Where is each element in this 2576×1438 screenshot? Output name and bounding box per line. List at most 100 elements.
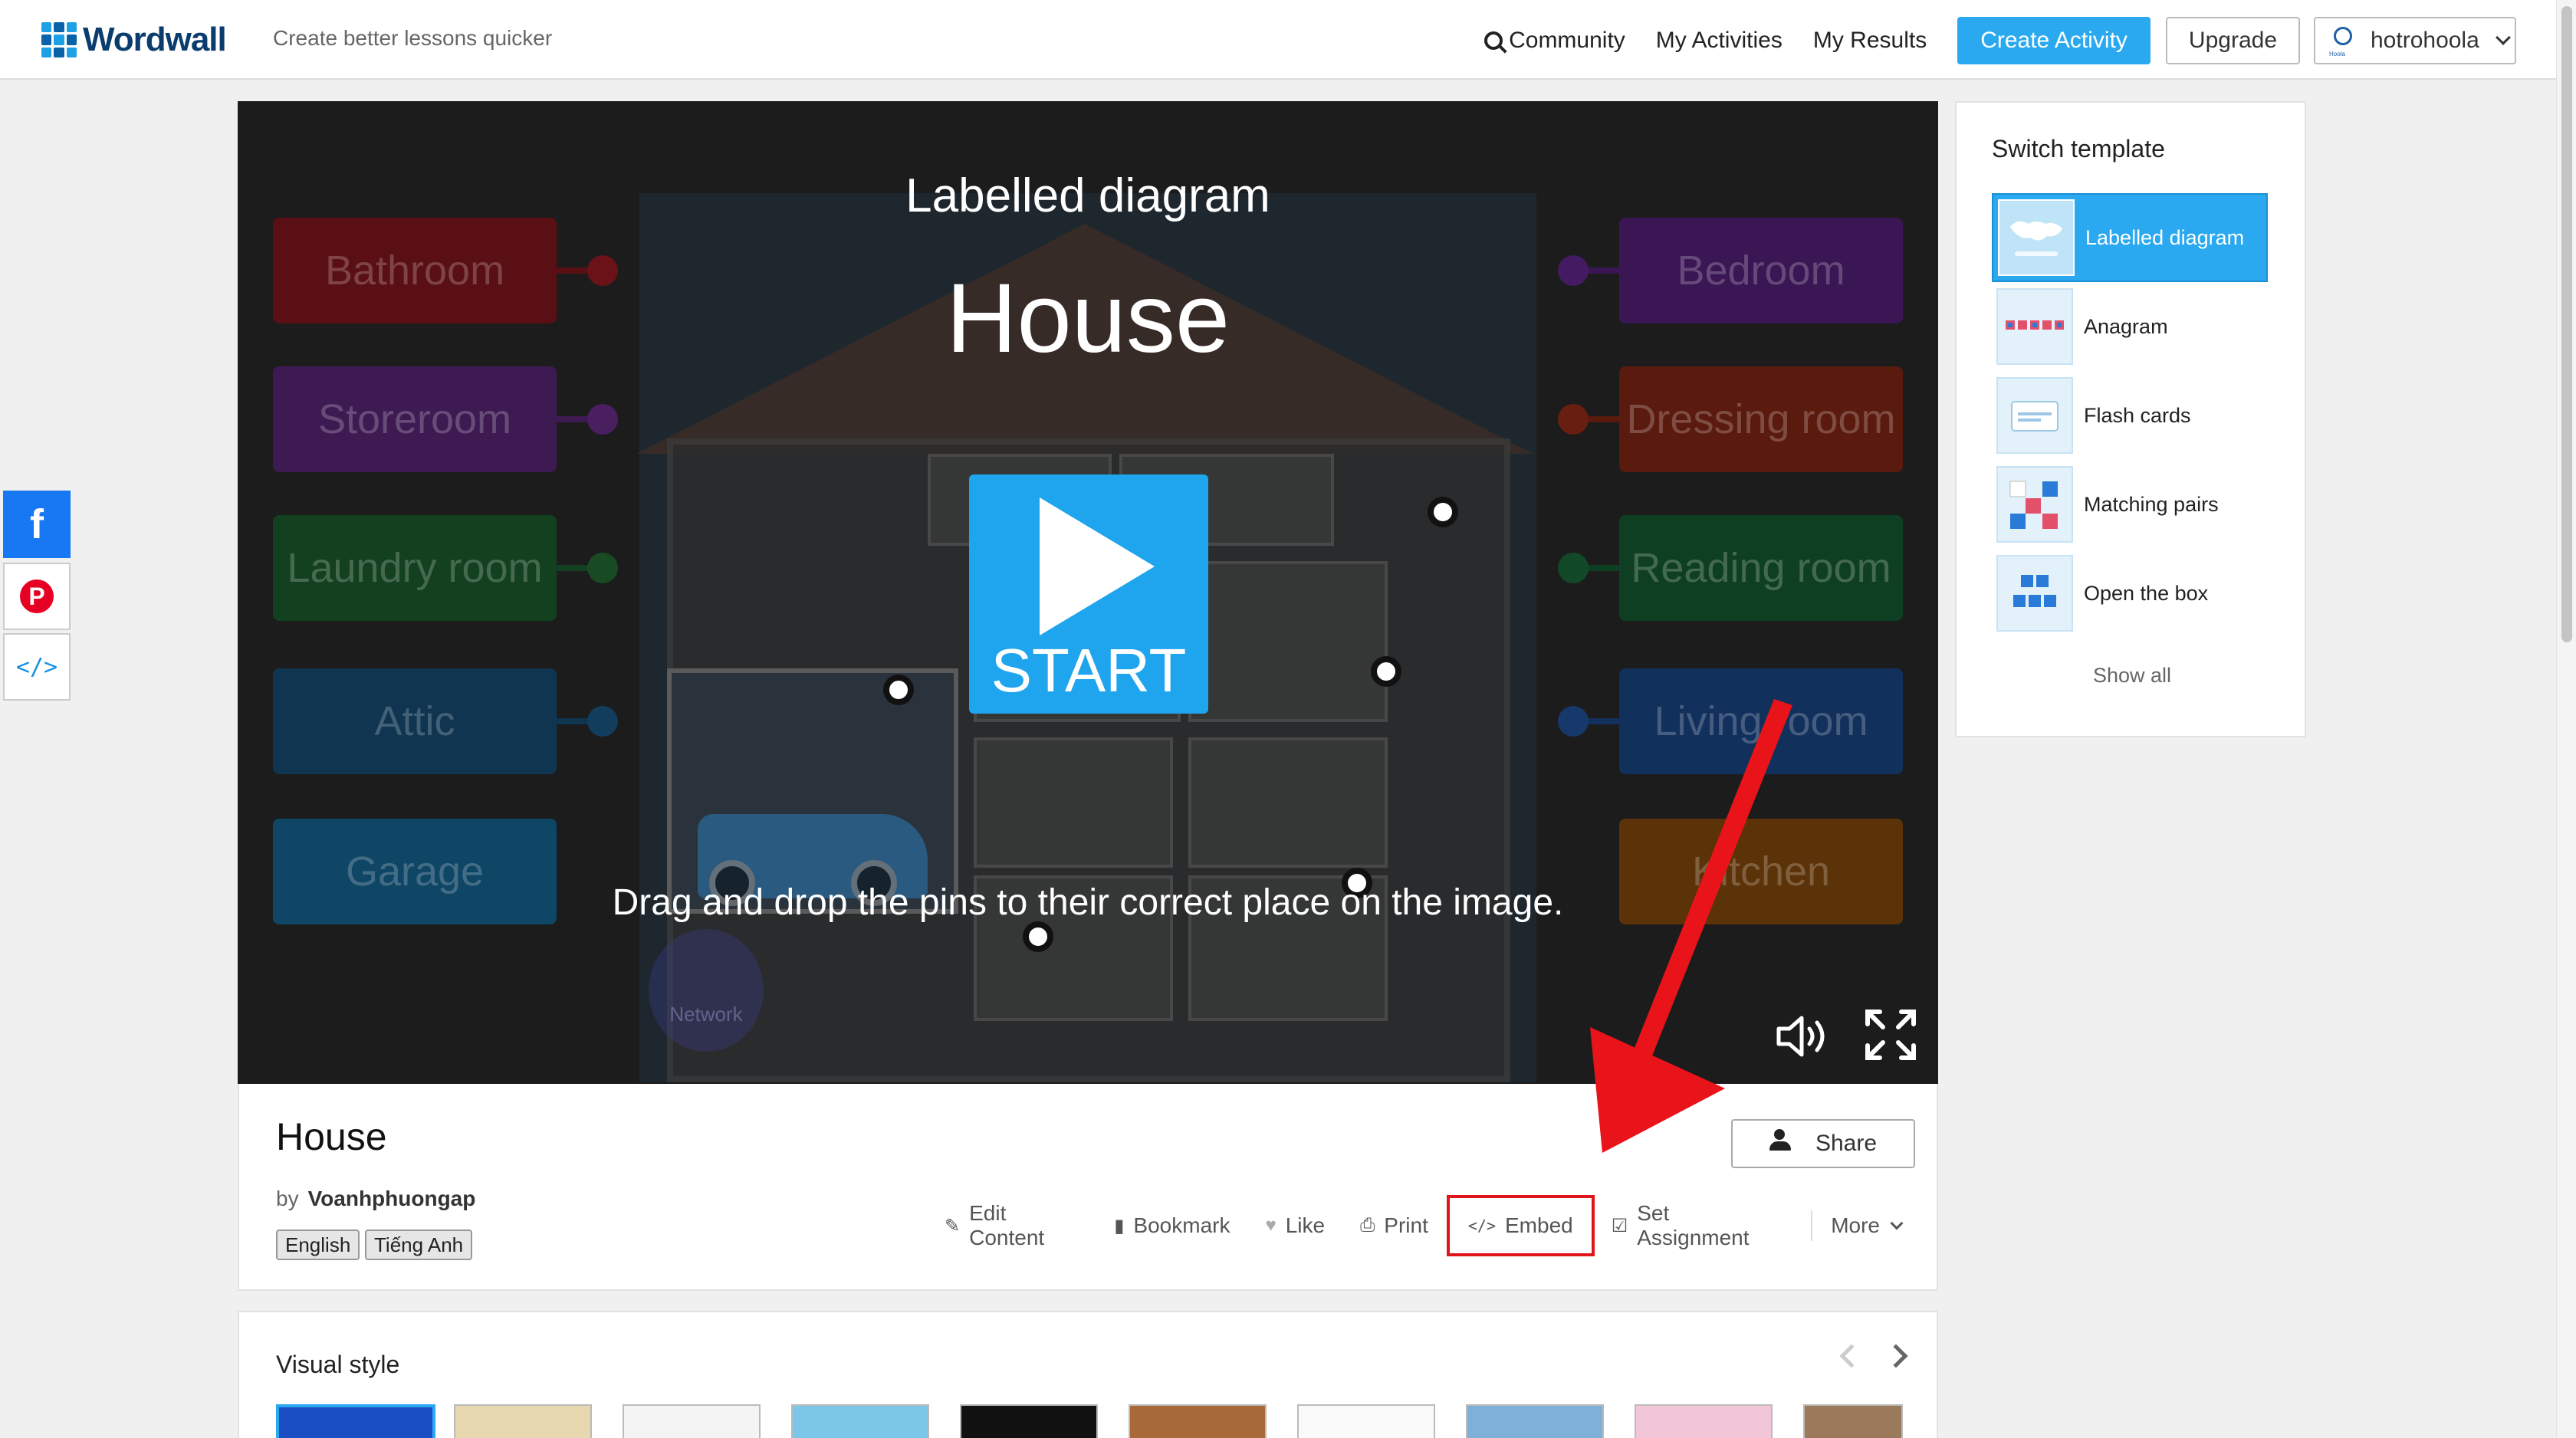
heart-icon: ♥ bbox=[1265, 1215, 1276, 1236]
style-thumbnail[interactable] bbox=[1803, 1404, 1903, 1438]
watermark: Network bbox=[649, 929, 764, 1052]
open-the-box-icon bbox=[1996, 555, 2073, 632]
room-cell bbox=[974, 737, 1173, 868]
nav-my-results[interactable]: My Results bbox=[1813, 28, 1927, 54]
nav-my-activities[interactable]: My Activities bbox=[1656, 28, 1783, 54]
logo-icon bbox=[41, 22, 77, 57]
nav-community-label: Community bbox=[1509, 28, 1625, 53]
upgrade-button[interactable]: Upgrade bbox=[2165, 17, 2300, 64]
game-title: House bbox=[946, 264, 1230, 373]
activity-title: House bbox=[276, 1115, 387, 1158]
style-thumbnail[interactable] bbox=[791, 1404, 929, 1438]
pin-dot bbox=[587, 706, 618, 737]
pin-target bbox=[1428, 497, 1458, 527]
template-open-the-box[interactable]: Open the box bbox=[1992, 549, 2268, 638]
more-label: More bbox=[1831, 1213, 1880, 1237]
edit-content-label: Edit Content bbox=[969, 1201, 1045, 1249]
bookmark-icon: ▮ bbox=[1114, 1215, 1125, 1236]
label-reading-room: Reading room bbox=[1619, 515, 1903, 621]
template-label: Open the box bbox=[2084, 581, 2209, 605]
pin-dot bbox=[587, 404, 618, 435]
user-menu[interactable]: hotrohoola bbox=[2314, 17, 2516, 64]
style-thumbnail[interactable] bbox=[960, 1404, 1098, 1438]
share-label: Share bbox=[1815, 1131, 1878, 1156]
top-header: Wordwall Create better lessons quicker C… bbox=[0, 0, 2576, 80]
chevron-down-icon bbox=[1890, 1216, 1904, 1230]
set-assignment-button[interactable]: ☑ Set Assignment bbox=[1612, 1201, 1776, 1250]
author-link[interactable]: Voanhphuongap bbox=[308, 1187, 476, 1210]
play-icon bbox=[1040, 497, 1155, 635]
main-nav: Community My Activities My Results Creat… bbox=[1484, 17, 2516, 64]
anagram-icon bbox=[1996, 288, 2073, 365]
pinterest-share-button[interactable]: P bbox=[3, 563, 71, 630]
style-thumbnail[interactable] bbox=[276, 1404, 435, 1438]
embed-icon: </> bbox=[15, 653, 58, 681]
label-laundry-room: Laundry room bbox=[273, 515, 557, 621]
style-thumbnail[interactable] bbox=[1635, 1404, 1773, 1438]
bookmark-label: Bookmark bbox=[1133, 1213, 1230, 1237]
game-template-type: Labelled diagram bbox=[905, 169, 1270, 222]
label-storeroom: Storeroom bbox=[273, 366, 557, 472]
pin-dot bbox=[1558, 553, 1589, 583]
annotation-arrow bbox=[1590, 699, 1792, 1153]
template-label: Labelled diagram bbox=[2085, 225, 2245, 249]
room-cell bbox=[1188, 737, 1388, 868]
pin-dot bbox=[587, 553, 618, 583]
show-all-link[interactable]: Show all bbox=[1957, 664, 2308, 688]
create-activity-button[interactable]: Create Activity bbox=[1957, 17, 2150, 64]
style-thumbnail[interactable] bbox=[454, 1404, 592, 1438]
pencil-icon: ✎ bbox=[945, 1215, 961, 1236]
switch-template-panel: Switch template Labelled diagram Anagram… bbox=[1955, 101, 2306, 737]
embed-share-button[interactable]: </> bbox=[3, 633, 71, 701]
nav-community[interactable]: Community bbox=[1484, 28, 1625, 54]
bookmark-button[interactable]: ▮ Bookmark bbox=[1114, 1213, 1230, 1238]
username: hotrohoola bbox=[2371, 28, 2479, 53]
pin-target bbox=[883, 675, 914, 705]
embed-button[interactable]: </> Embed bbox=[1446, 1195, 1595, 1256]
flash-cards-icon bbox=[1996, 377, 2073, 454]
matching-pairs-icon bbox=[1996, 466, 2073, 543]
chevron-left-icon[interactable] bbox=[1839, 1344, 1864, 1368]
activity-actions: ✎ Edit Content ▮ Bookmark ♥ Like ⎙ Print… bbox=[945, 1195, 1937, 1256]
style-thumbnail[interactable] bbox=[1466, 1404, 1604, 1438]
switch-template-title: Switch template bbox=[1992, 135, 2165, 163]
label-dressing-room: Dressing room bbox=[1619, 366, 1903, 472]
chevron-right-icon[interactable] bbox=[1884, 1344, 1908, 1368]
tag-english[interactable]: English bbox=[276, 1230, 360, 1260]
embed-label: Embed bbox=[1505, 1213, 1573, 1237]
page-scrollbar[interactable] bbox=[2556, 0, 2576, 1438]
more-menu-button[interactable]: More bbox=[1831, 1213, 1904, 1238]
like-button[interactable]: ♥ Like bbox=[1265, 1213, 1325, 1238]
template-matching-pairs[interactable]: Matching pairs bbox=[1992, 460, 2268, 549]
scrollbar-thumb[interactable] bbox=[2561, 6, 2572, 642]
printer-icon: ⎙ bbox=[1360, 1215, 1375, 1236]
facebook-share-button[interactable]: f bbox=[3, 491, 71, 558]
search-icon bbox=[1484, 31, 1503, 50]
style-thumbnail[interactable] bbox=[1129, 1404, 1267, 1438]
like-label: Like bbox=[1285, 1213, 1326, 1237]
start-button[interactable]: START bbox=[969, 474, 1208, 714]
template-label: Flash cards bbox=[2084, 403, 2191, 427]
fullscreen-icon[interactable] bbox=[1863, 1007, 1918, 1062]
map-icon bbox=[1998, 199, 2075, 276]
template-labelled-diagram[interactable]: Labelled diagram bbox=[1992, 193, 2268, 282]
author-line: by Voanhphuongap bbox=[276, 1187, 475, 1211]
print-label: Print bbox=[1384, 1213, 1428, 1237]
style-thumbnail[interactable] bbox=[623, 1404, 761, 1438]
pinterest-icon: P bbox=[20, 579, 54, 613]
template-label: Matching pairs bbox=[2084, 492, 2219, 516]
logo-text: Wordwall bbox=[83, 21, 227, 58]
template-anagram[interactable]: Anagram bbox=[1992, 282, 2268, 371]
tagline: Create better lessons quicker bbox=[273, 26, 553, 50]
print-button[interactable]: ⎙ Print bbox=[1360, 1213, 1428, 1238]
template-flash-cards[interactable]: Flash cards bbox=[1992, 371, 2268, 460]
set-assignment-label: Set Assignment bbox=[1637, 1201, 1750, 1249]
facebook-icon: f bbox=[30, 501, 44, 547]
pin-target bbox=[1371, 656, 1401, 687]
code-icon: </> bbox=[1467, 1216, 1496, 1235]
wordwall-logo[interactable]: Wordwall bbox=[41, 20, 227, 60]
tag-tieng-anh[interactable]: Tiếng Anh bbox=[365, 1230, 473, 1260]
edit-content-button[interactable]: ✎ Edit Content bbox=[945, 1201, 1079, 1250]
pin-dot bbox=[1558, 404, 1589, 435]
style-thumbnail[interactable] bbox=[1297, 1404, 1435, 1438]
